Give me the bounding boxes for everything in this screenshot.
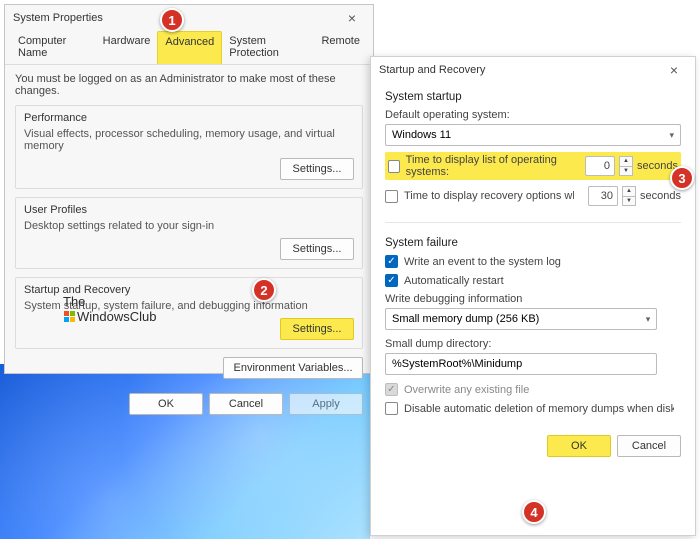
dialog-action-row: OK Cancel Apply	[5, 387, 373, 421]
startup-recovery-settings-button[interactable]: Settings...	[280, 318, 354, 340]
row-display-recovery-options: Time to display recovery options when ne…	[385, 186, 681, 206]
group-title: Performance	[24, 112, 354, 124]
spin-up-icon[interactable]: ▲	[619, 156, 633, 166]
cancel-button[interactable]: Cancel	[617, 435, 681, 457]
cancel-button[interactable]: Cancel	[209, 393, 283, 415]
group-user-profiles: User Profiles Desktop settings related t…	[15, 197, 363, 269]
checkbox-display-os-list[interactable]	[388, 160, 400, 173]
callout-4: 4	[522, 500, 546, 524]
dump-dir-label: Small dump directory:	[385, 338, 681, 350]
close-icon[interactable]: ×	[337, 10, 367, 26]
row-display-os-list: Time to display list of operating system…	[385, 152, 681, 180]
section-system-startup: System startup	[385, 91, 681, 103]
section-system-failure: System failure	[385, 237, 681, 249]
checkbox-write-event[interactable]: ✓	[385, 255, 398, 268]
close-icon[interactable]: ×	[659, 62, 689, 78]
spinner[interactable]: ▲▼	[622, 186, 636, 206]
chevron-down-icon: ▾	[669, 130, 674, 141]
checkbox-display-recovery-options[interactable]	[385, 190, 398, 203]
group-performance: Performance Visual effects, processor sc…	[15, 105, 363, 189]
row-label: Write an event to the system log	[404, 256, 561, 268]
group-desc: Visual effects, processor scheduling, me…	[24, 128, 354, 152]
row-auto-restart: ✓ Automatically restart	[385, 274, 681, 287]
callout-2: 2	[252, 278, 276, 302]
titlebar: System Properties ×	[5, 5, 373, 31]
os-list-seconds-input[interactable]: 0	[585, 156, 615, 176]
tab-remote[interactable]: Remote	[314, 31, 367, 64]
row-disable-delete: Disable automatic deletion of memory dum…	[385, 402, 681, 415]
tab-strip: Computer Name Hardware Advanced System P…	[5, 31, 373, 65]
write-debug-label: Write debugging information	[385, 293, 681, 305]
spin-down-icon[interactable]: ▼	[619, 166, 633, 177]
row-label: Time to display list of operating system…	[406, 154, 579, 178]
admin-instruction: You must be logged on as an Administrato…	[15, 73, 363, 97]
row-write-event: ✓ Write an event to the system log	[385, 255, 681, 268]
tab-system-protection[interactable]: System Protection	[222, 31, 314, 64]
row-label: Time to display recovery options when ne…	[404, 190, 574, 202]
titlebar: Startup and Recovery ×	[371, 57, 695, 83]
window-title: System Properties	[13, 12, 103, 24]
input-value: %SystemRoot%\Minidump	[392, 358, 522, 370]
row-overwrite: ✓ Overwrite any existing file	[385, 383, 681, 396]
chevron-down-icon: ▾	[646, 314, 651, 325]
select-value: Windows 11	[392, 129, 451, 141]
user-profiles-settings-button[interactable]: Settings...	[280, 238, 354, 260]
window-title: Startup and Recovery	[379, 64, 485, 76]
write-debug-select[interactable]: Small memory dump (256 KB) ▾	[385, 308, 657, 330]
windows-logo-icon	[63, 310, 75, 322]
ok-button[interactable]: OK	[547, 435, 611, 457]
select-value: Small memory dump (256 KB)	[392, 313, 539, 325]
checkbox-disable-delete[interactable]	[385, 402, 398, 415]
tab-hardware[interactable]: Hardware	[96, 31, 158, 64]
checkbox-auto-restart[interactable]: ✓	[385, 274, 398, 287]
callout-3: 3	[670, 166, 694, 190]
dump-dir-input[interactable]: %SystemRoot%\Minidump	[385, 353, 657, 375]
recovery-options-seconds-input[interactable]: 30	[588, 186, 618, 206]
spinner[interactable]: ▲▼	[619, 156, 633, 176]
default-os-select[interactable]: Windows 11 ▾	[385, 124, 681, 146]
apply-button[interactable]: Apply	[289, 393, 363, 415]
performance-settings-button[interactable]: Settings...	[280, 158, 354, 180]
system-properties-window: System Properties × Computer Name Hardwa…	[4, 4, 374, 374]
group-title: User Profiles	[24, 204, 354, 216]
dialog-action-row: OK Cancel	[371, 425, 695, 467]
group-desc: Desktop settings related to your sign-in	[24, 220, 354, 232]
divider	[385, 222, 681, 223]
ok-button[interactable]: OK	[129, 393, 203, 415]
watermark: The WindowsClub	[63, 295, 156, 325]
callout-1: 1	[160, 8, 184, 32]
row-label: Disable automatic deletion of memory dum…	[404, 403, 674, 415]
row-label: Overwrite any existing file	[404, 384, 529, 396]
spin-down-icon[interactable]: ▼	[622, 196, 636, 207]
tab-advanced[interactable]: Advanced	[157, 31, 222, 64]
startup-recovery-window: Startup and Recovery × System startup De…	[370, 56, 696, 536]
watermark-line2: WindowsClub	[63, 310, 156, 325]
spin-up-icon[interactable]: ▲	[622, 186, 636, 196]
checkbox-overwrite: ✓	[385, 383, 398, 396]
unit-label: seconds	[640, 190, 681, 202]
environment-variables-button[interactable]: Environment Variables...	[223, 357, 363, 379]
watermark-line1: The	[63, 295, 156, 310]
row-label: Automatically restart	[404, 275, 504, 287]
default-os-label: Default operating system:	[385, 109, 681, 121]
tab-computer-name[interactable]: Computer Name	[11, 31, 96, 64]
